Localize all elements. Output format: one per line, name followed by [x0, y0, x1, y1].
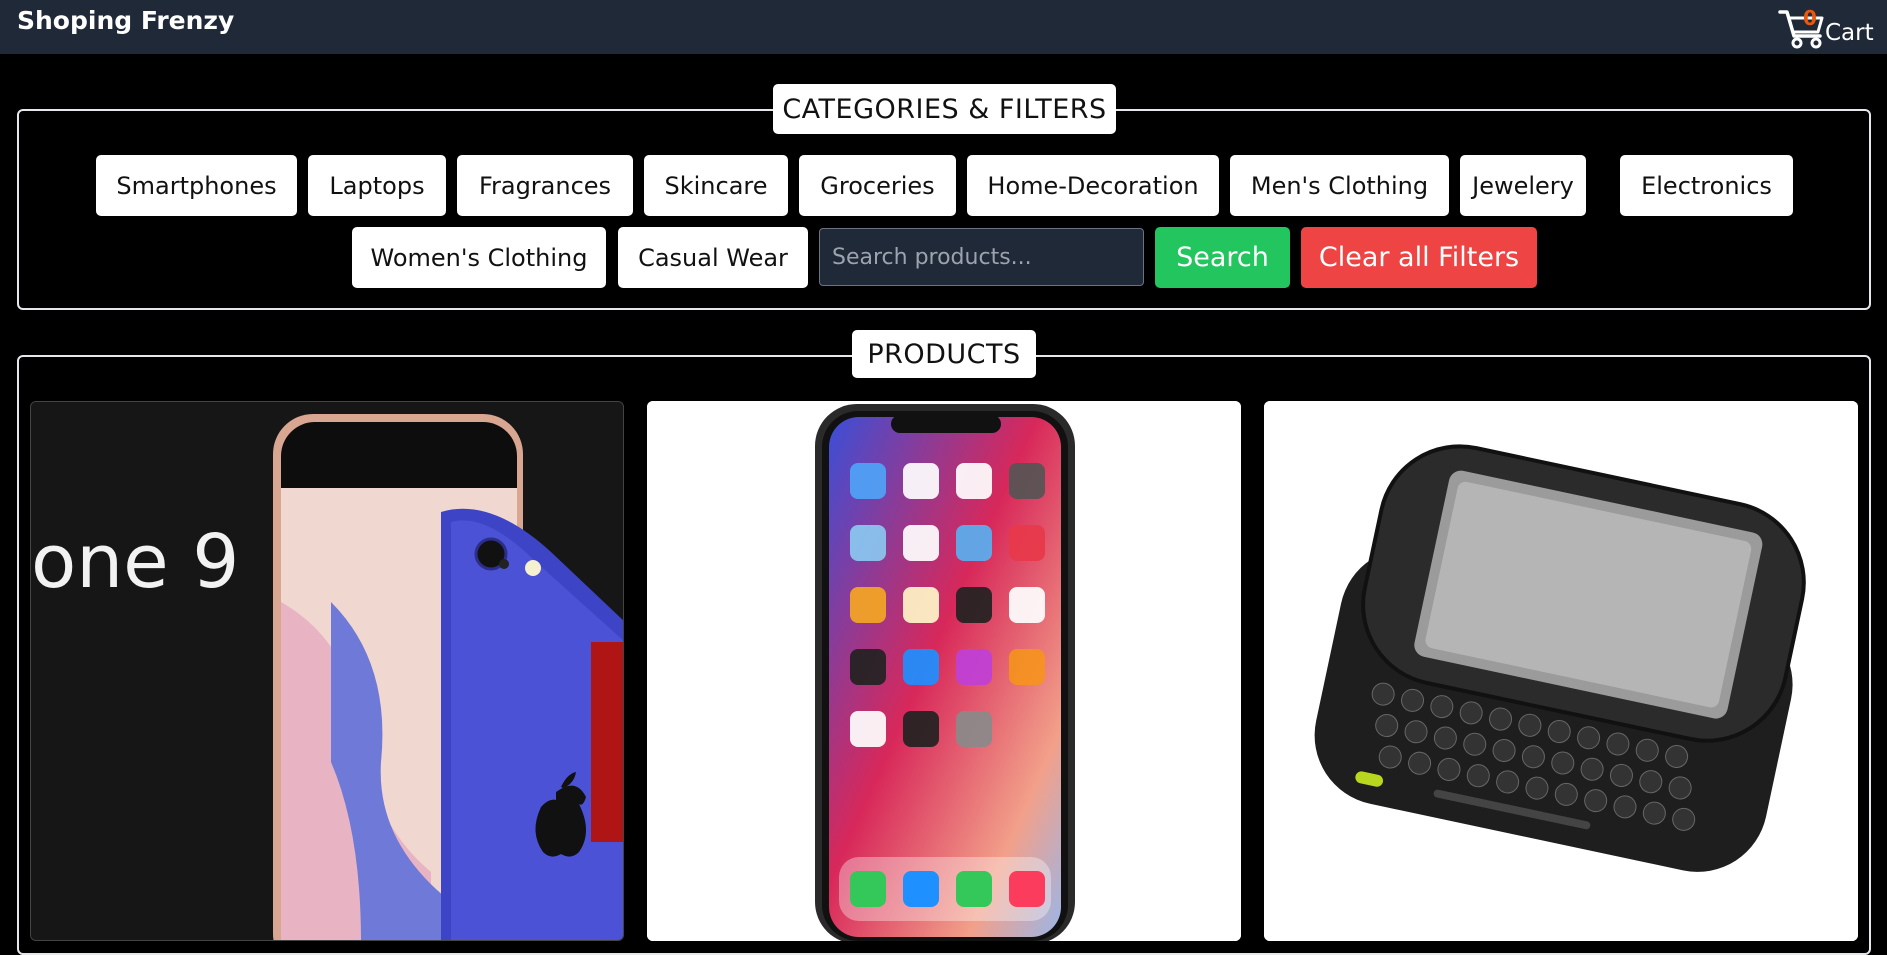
search-button[interactable]: Search	[1155, 227, 1290, 288]
category-skincare[interactable]: Skincare	[644, 155, 788, 216]
category-laptops[interactable]: Laptops	[308, 155, 446, 216]
product-card-1[interactable]: one 9	[30, 401, 624, 941]
cart-button[interactable]: 0 Cart	[1778, 4, 1878, 50]
category-groceries[interactable]: Groceries	[799, 155, 956, 216]
category-fragrances[interactable]: Fragrances	[457, 155, 633, 216]
search-input[interactable]	[819, 228, 1144, 286]
navbar: Shoping Frenzy 0 Cart	[0, 0, 1887, 54]
iphone-x-image	[647, 401, 1241, 941]
cart-icon	[1778, 10, 1824, 49]
product-card-2[interactable]	[647, 401, 1241, 941]
slider-keyboard-phone-image	[1264, 401, 1858, 941]
clear-filters-button[interactable]: Clear all Filters	[1301, 227, 1537, 288]
category-casual-wear[interactable]: Casual Wear	[618, 227, 808, 288]
category-jewelery[interactable]: Jewelery	[1460, 155, 1586, 216]
filters-legend: CATEGORIES & FILTERS	[773, 84, 1116, 134]
category-smartphones[interactable]: Smartphones	[96, 155, 297, 216]
iphone-9-image: one 9	[31, 402, 623, 940]
category-womens-clothing[interactable]: Women's Clothing	[352, 227, 606, 288]
cart-label: Cart	[1825, 20, 1874, 46]
category-mens-clothing[interactable]: Men's Clothing	[1230, 155, 1449, 216]
brand-logo[interactable]: Shoping Frenzy	[17, 6, 234, 35]
product-card-3[interactable]	[1264, 401, 1858, 941]
cart-count-badge: 0	[1803, 6, 1817, 30]
category-electronics[interactable]: Electronics	[1620, 155, 1793, 216]
products-legend: PRODUCTS	[852, 330, 1036, 378]
category-home-decoration[interactable]: Home-Decoration	[967, 155, 1219, 216]
image-text: one 9	[31, 519, 239, 605]
